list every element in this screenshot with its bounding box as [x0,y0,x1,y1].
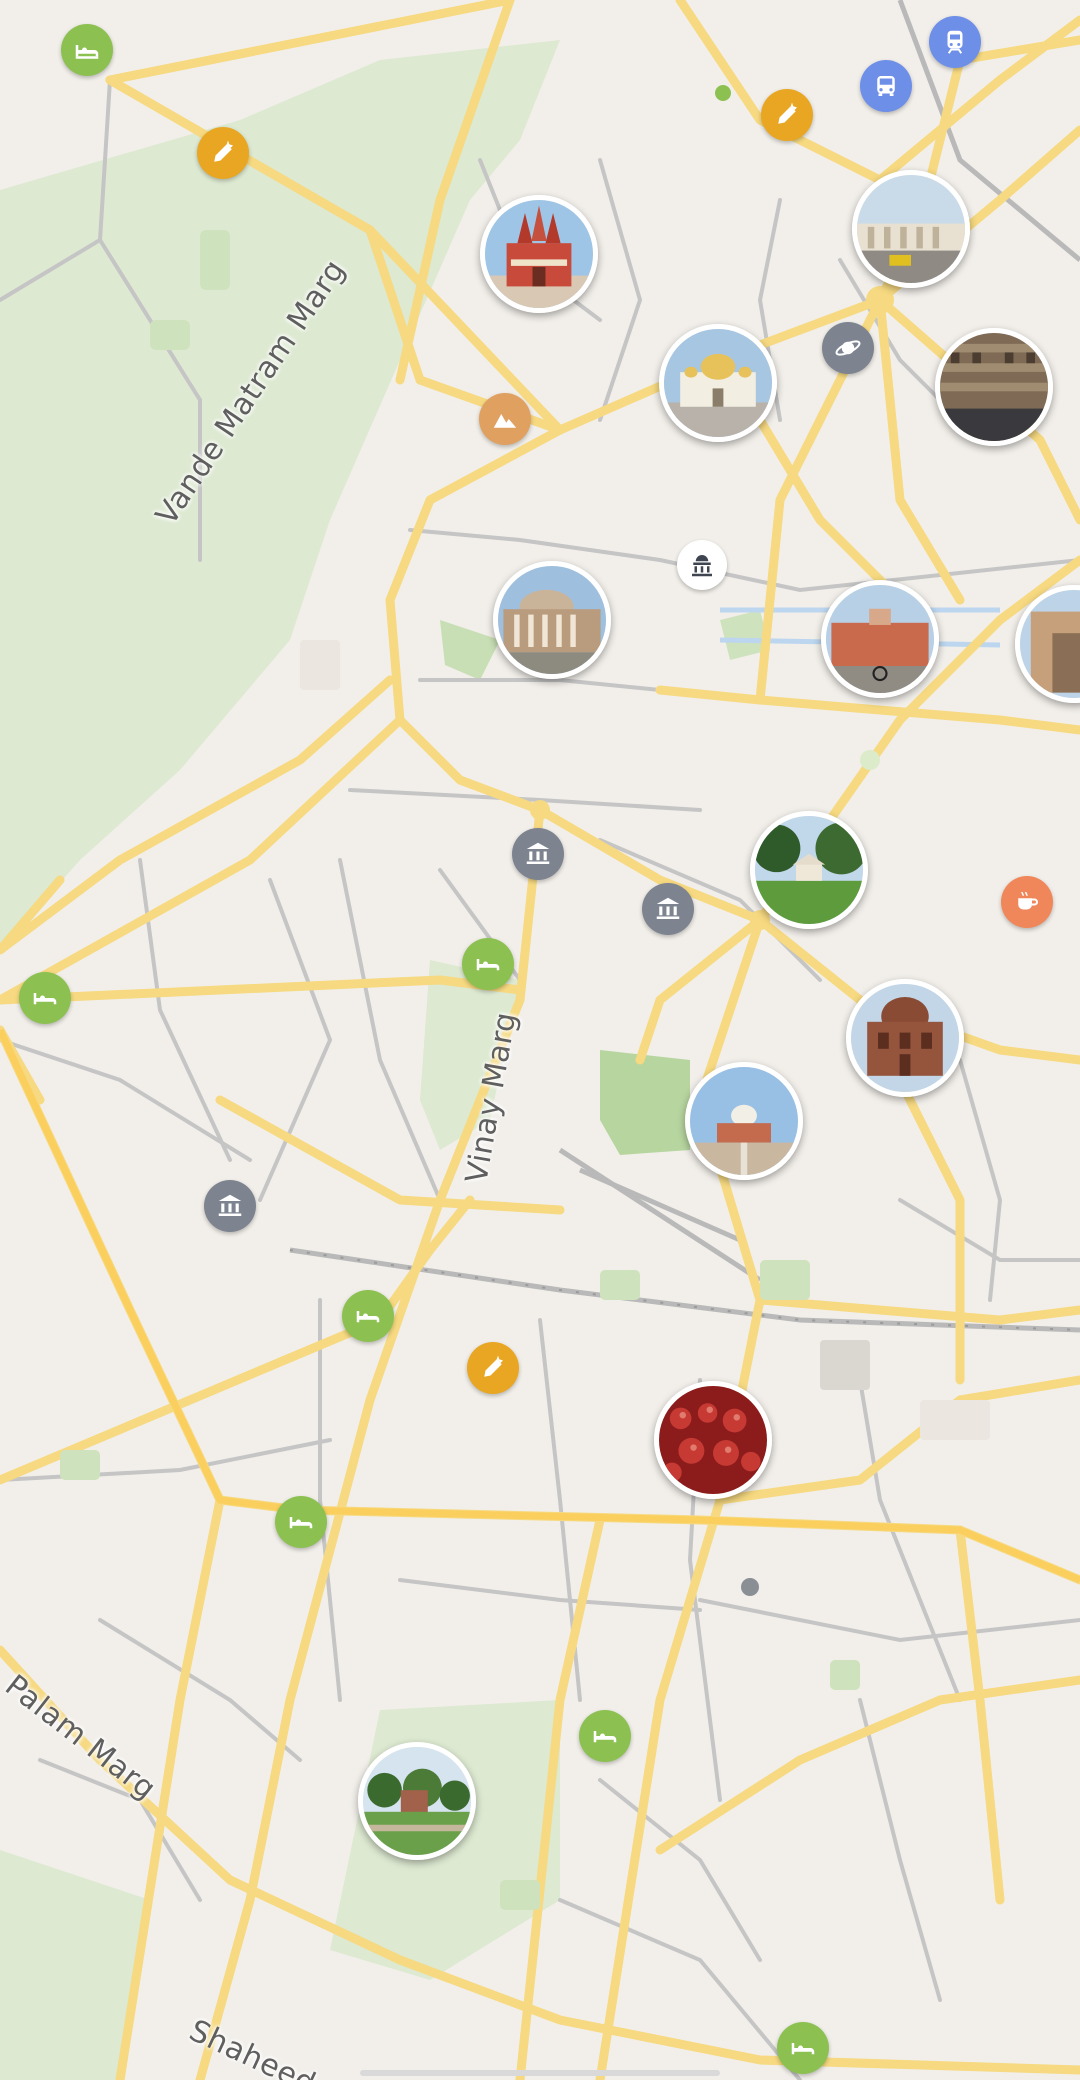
humayun-tomb-image [690,1067,798,1175]
museum-icon [218,1194,242,1216]
museum-building-image [498,566,606,674]
india-gate-image [1020,590,1080,698]
bus-stop-pin[interactable] [860,60,912,112]
carrot-icon [484,1355,503,1377]
home-indicator[interactable] [360,2070,720,2076]
lodhi-gazebo-photo[interactable] [750,811,868,929]
train-icon [947,30,963,54]
planet-icon [835,340,861,356]
hotel-pin[interactable] [579,1710,631,1762]
location-dot [741,1578,759,1596]
hotel-pin[interactable] [19,972,71,1024]
bed-icon [356,1311,380,1323]
bed-icon [33,993,57,1005]
food-pin[interactable] [761,89,813,141]
hotel-pin[interactable] [462,938,514,990]
humayun-tomb-photo[interactable] [685,1062,803,1180]
food-pin[interactable] [467,1342,519,1394]
stepwell-image [940,333,1048,441]
hotel-pin[interactable] [342,1290,394,1342]
mountain-icon [493,414,517,428]
hotel-pin[interactable] [777,2022,829,2074]
gurudwara-photo[interactable] [659,324,777,442]
garden-image [363,1747,471,1855]
location-dot [715,85,731,101]
tomb-image [851,984,959,1092]
connaught-place-photo[interactable] [852,170,970,288]
bed-icon [791,2043,815,2055]
gurudwara-image [664,329,772,437]
cafe-pin[interactable] [1001,876,1053,928]
museum-pin[interactable] [204,1180,256,1232]
bed-icon [289,1517,313,1529]
red-building-photo[interactable] [821,580,939,698]
bed-icon [476,959,500,971]
temple-image [485,200,593,308]
mughal-garden-photo[interactable] [358,1742,476,1860]
bed-icon [593,1731,617,1743]
train-station-pin[interactable] [929,16,981,68]
stepwell-photo[interactable] [935,328,1053,446]
bed-icon [75,45,99,59]
bus-icon [877,76,895,96]
parliament-icon [692,555,712,577]
map-view[interactable]: Vande Matram Marg Vinay Marg Palam Marg … [0,0,1080,2080]
viewpoint-pin[interactable] [479,393,531,445]
hotel-pin[interactable] [61,24,113,76]
hotel-pin[interactable] [275,1496,327,1548]
gazebo-image [755,816,863,924]
monument-pin[interactable] [677,540,727,590]
market-pottery-photo[interactable] [654,1381,772,1499]
carrot-icon [778,102,797,124]
museum-pin[interactable] [642,883,694,935]
food-pin[interactable] [197,127,249,179]
lodhi-tomb-photo[interactable] [846,979,964,1097]
museum-pin[interactable] [512,828,564,880]
pottery-image [659,1386,767,1494]
museum-icon [526,842,550,864]
national-museum-photo[interactable] [493,561,611,679]
temple-photo[interactable] [480,195,598,313]
planetarium-pin[interactable] [822,322,874,374]
coffee-cup-icon [1018,891,1038,910]
museum-icon [656,897,680,919]
carrot-icon [214,140,233,162]
street-image [857,175,965,283]
red-building-image [826,585,934,693]
